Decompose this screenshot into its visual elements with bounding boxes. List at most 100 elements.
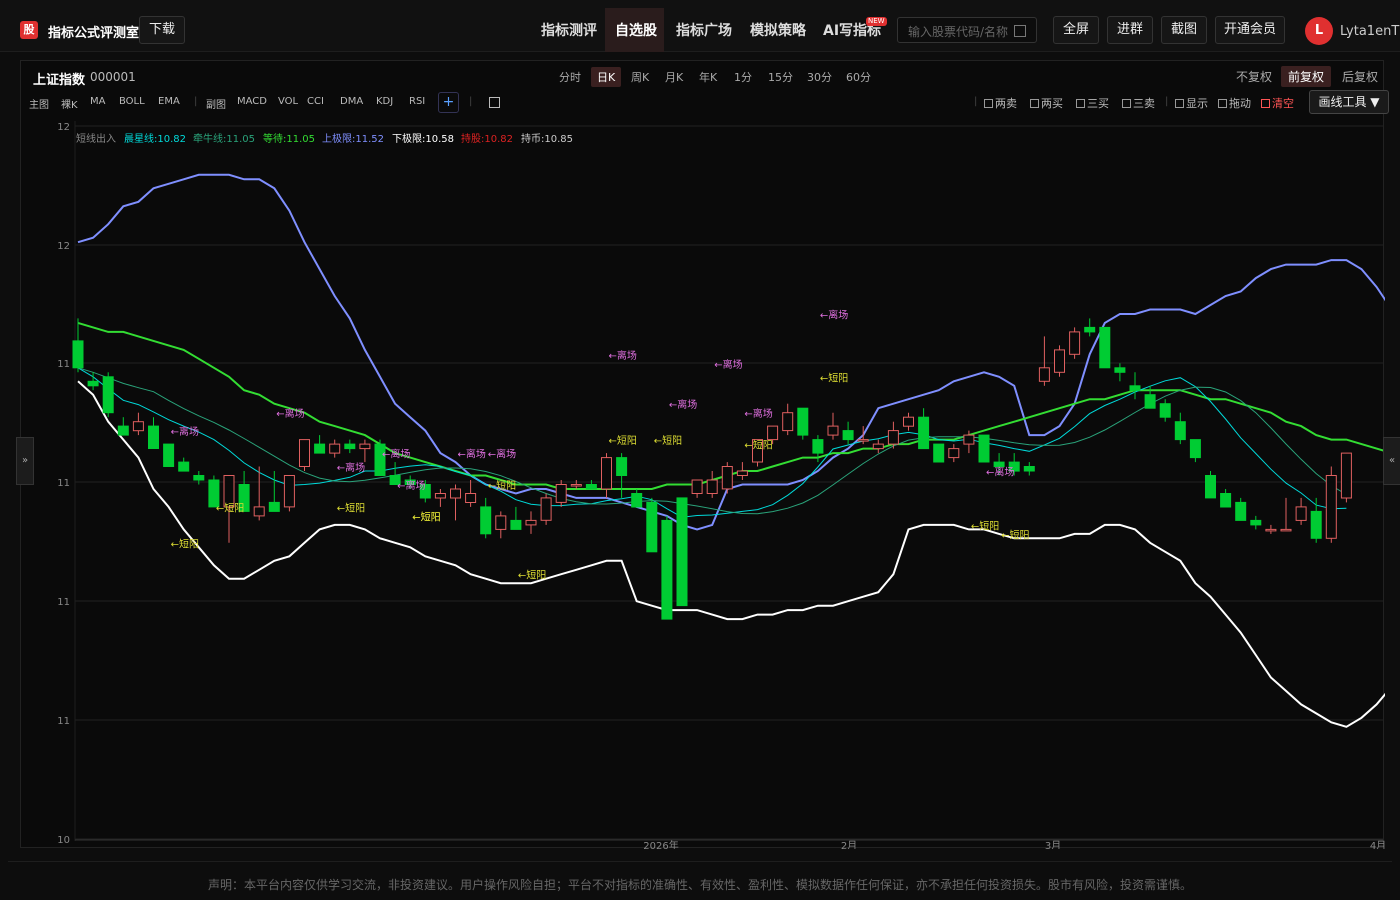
candle-body[interactable]: [1280, 528, 1292, 532]
candle-body[interactable]: [1250, 519, 1262, 526]
candle-body[interactable]: [585, 484, 597, 490]
candle-body[interactable]: [948, 448, 960, 459]
candle-body[interactable]: [450, 488, 461, 499]
avatar[interactable]: L: [1305, 17, 1333, 45]
candle-body[interactable]: [797, 407, 809, 436]
candle-body[interactable]: [691, 479, 703, 494]
candle-body[interactable]: [570, 484, 582, 487]
candle-body[interactable]: [993, 461, 1005, 468]
app-title: 指标公式评测室: [48, 26, 140, 41]
candle-body[interactable]: [510, 519, 522, 530]
candle-body[interactable]: [72, 340, 84, 369]
candle-body[interactable]: [102, 376, 114, 414]
nav-item-watchlist[interactable]: 自选股: [615, 20, 657, 40]
candle-body[interactable]: [842, 430, 854, 441]
signal-label: ←离场: [337, 461, 365, 474]
candle-body[interactable]: [1265, 528, 1277, 532]
candle-body[interactable]: [283, 475, 295, 508]
candle-body[interactable]: [661, 519, 673, 620]
candle-body[interactable]: [963, 434, 975, 445]
candle-body[interactable]: [767, 425, 779, 441]
candle-body[interactable]: [1325, 475, 1337, 539]
signal-label: ←离场: [744, 407, 772, 420]
search-input[interactable]: 输入股票代码/名称: [908, 23, 1008, 40]
candle-body[interactable]: [1235, 501, 1247, 521]
candle-body[interactable]: [1159, 403, 1171, 418]
user-name[interactable]: Lyta1enT: [1340, 24, 1399, 39]
candle-body[interactable]: [782, 412, 794, 432]
candle-body[interactable]: [223, 475, 235, 508]
expand-right-icon[interactable]: «: [1383, 437, 1400, 485]
candle-body[interactable]: [314, 443, 326, 454]
signal-label: ←离场: [669, 398, 697, 411]
candle-body[interactable]: [721, 466, 733, 490]
candle-body[interactable]: [117, 425, 129, 436]
candle-body[interactable]: [978, 434, 990, 463]
candle-body[interactable]: [1220, 493, 1232, 508]
candle-body[interactable]: [1099, 326, 1111, 369]
candle-body[interactable]: [344, 443, 356, 450]
candle-body[interactable]: [1340, 452, 1352, 499]
candle-body[interactable]: [1310, 510, 1322, 539]
candle-body[interactable]: [827, 425, 839, 436]
candle-body[interactable]: [676, 497, 688, 607]
candle-body[interactable]: [918, 416, 930, 450]
candle-body[interactable]: [299, 439, 310, 468]
candle-body[interactable]: [1038, 367, 1050, 382]
candle-body[interactable]: [812, 439, 824, 454]
candle-body[interactable]: [646, 501, 658, 553]
candle-body[interactable]: [329, 443, 341, 454]
candle-body[interactable]: [148, 425, 159, 450]
candle-body[interactable]: [480, 506, 492, 535]
candle-body[interactable]: [1114, 367, 1126, 373]
top-bar: 股 指标公式评测室 下载 指标测评 自选股 指标广场 模拟策略 AI写指标 NE…: [0, 0, 1400, 52]
candle-body[interactable]: [1054, 349, 1065, 373]
expand-left-icon[interactable]: »: [16, 437, 34, 485]
candle-body[interactable]: [268, 501, 280, 512]
lower-limit-line: [77, 380, 1385, 728]
candlestick-chart[interactable]: 121211111111102026年 2月 3月 4月←离场←短阳←短阳←离场←离场…: [21, 61, 1385, 849]
candle-body[interactable]: [903, 416, 914, 427]
candle-body[interactable]: [1295, 506, 1307, 521]
candle-body[interactable]: [495, 515, 507, 530]
candle-body[interactable]: [253, 506, 265, 517]
candle-body[interactable]: [631, 493, 643, 508]
candle-body[interactable]: [1069, 331, 1081, 355]
candle-body[interactable]: [1129, 385, 1141, 391]
candle-body[interactable]: [359, 443, 371, 450]
nav-item-indicator-square[interactable]: 指标广场: [676, 20, 732, 40]
candle-body[interactable]: [178, 461, 190, 472]
candle-body[interactable]: [601, 457, 612, 490]
stock-search[interactable]: 输入股票代码/名称: [897, 17, 1037, 43]
candle-body[interactable]: [706, 479, 718, 494]
candle-body[interactable]: [887, 430, 899, 445]
candle-body[interactable]: [1023, 466, 1035, 472]
download-button[interactable]: 下载: [139, 16, 185, 44]
nav-item-simulated-strategy[interactable]: 模拟策略: [750, 20, 806, 40]
candle-body[interactable]: [193, 475, 205, 481]
candle-body[interactable]: [525, 519, 537, 526]
candle-body[interactable]: [872, 443, 884, 450]
candle-body[interactable]: [1084, 326, 1096, 333]
candle-body[interactable]: [736, 470, 748, 476]
candle-body[interactable]: [434, 493, 446, 499]
candle-body[interactable]: [132, 421, 144, 432]
membership-button[interactable]: 开通会员: [1215, 16, 1285, 44]
candle-body[interactable]: [857, 439, 869, 442]
candle-body[interactable]: [616, 457, 628, 477]
join-group-button[interactable]: 进群: [1107, 16, 1153, 44]
nav-item-indicator-eval[interactable]: 指标测评: [541, 20, 597, 40]
fullscreen-button[interactable]: 全屏: [1053, 16, 1099, 44]
candle-body[interactable]: [87, 380, 99, 387]
candle-body[interactable]: [163, 443, 175, 468]
candle-body[interactable]: [465, 493, 477, 503]
candle-body[interactable]: [1205, 475, 1216, 499]
candle-body[interactable]: [1144, 394, 1156, 409]
candle-body[interactable]: [555, 484, 567, 503]
candle-body[interactable]: [1189, 439, 1201, 459]
candle-body[interactable]: [933, 443, 945, 463]
screenshot-button[interactable]: 截图: [1161, 16, 1207, 44]
candle-body[interactable]: [1174, 421, 1186, 441]
candle-body[interactable]: [540, 497, 552, 521]
clear-icon[interactable]: [1014, 25, 1026, 37]
